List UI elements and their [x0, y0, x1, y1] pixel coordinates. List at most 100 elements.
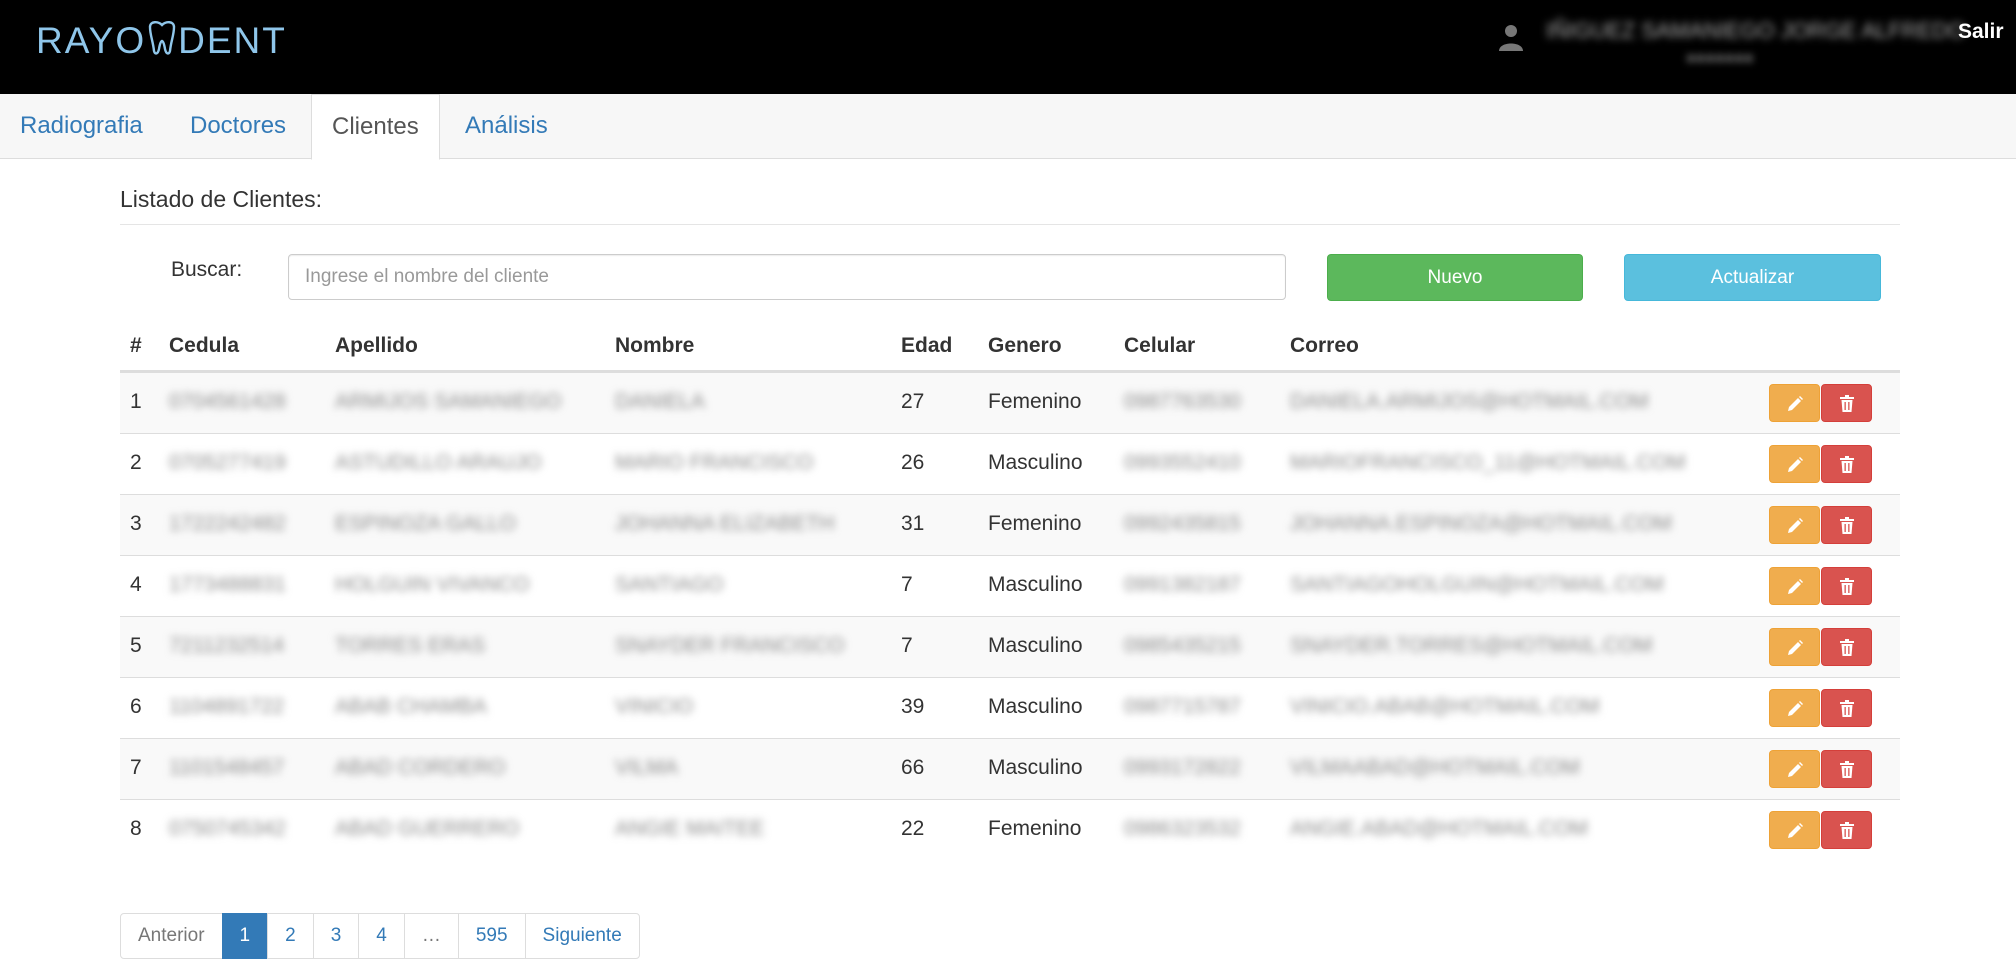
main-tabs: Radiografia Doctores Clientes Análisis	[0, 94, 2016, 160]
pagination: Anterior 1 2 3 4 … 595 Siguiente	[120, 913, 640, 959]
title-divider	[120, 224, 1900, 225]
edad-cell: 66	[901, 756, 925, 779]
genero-cell: Masculino	[988, 451, 1083, 474]
genero-cell: Femenino	[988, 512, 1082, 535]
tab-analisis[interactable]: Análisis	[445, 94, 568, 159]
row-number: 2	[130, 451, 142, 474]
celular-cell: 0992435815	[1124, 512, 1241, 535]
tab-radiografia[interactable]: Radiografia	[0, 94, 163, 159]
genero-cell: Masculino	[988, 634, 1083, 657]
row-number: 6	[130, 695, 142, 718]
col-cedula: Cedula	[169, 334, 240, 357]
cedula-cell: 1101548457	[169, 756, 285, 779]
col-apellido: Apellido	[335, 334, 418, 357]
row-number: 8	[130, 817, 142, 840]
genero-cell: Femenino	[988, 390, 1082, 413]
celular-cell: 0987715787	[1124, 695, 1241, 718]
table-row: 4 1773488831 HOLGUIN VIVANCO SANTIAGO 7 Mascu…	[120, 555, 1900, 616]
pagination-prev[interactable]: Anterior	[120, 913, 223, 959]
cedula-cell: 1104891722	[169, 695, 285, 718]
nombre-cell: VINICIO	[615, 695, 694, 718]
row-number: 5	[130, 634, 142, 657]
brand-logo[interactable]: RAYO DENT	[36, 20, 287, 64]
pagination-page-1[interactable]: 1	[221, 913, 269, 959]
edit-button[interactable]	[1769, 506, 1820, 544]
user-icon	[1499, 25, 1523, 51]
brand-prefix: RAYO	[36, 20, 147, 61]
celular-cell: 0985435215	[1124, 634, 1241, 657]
apellido-cell: HOLGUIN VIVANCO	[335, 573, 530, 596]
edit-button[interactable]	[1769, 567, 1820, 605]
pagination-page-595[interactable]: 595	[457, 913, 526, 959]
delete-button[interactable]	[1821, 567, 1872, 605]
logout-link[interactable]: Salir	[1958, 20, 2004, 44]
apellido-cell: TORRES ERAS	[335, 634, 486, 657]
tab-clientes[interactable]: Clientes	[311, 94, 440, 160]
edit-button[interactable]	[1769, 750, 1820, 788]
user-name: IÑIGUEZ SAMANIEGO JORGE ALFREDO	[1546, 18, 1966, 43]
clients-table: # Cedula Apellido Nombre Edad Genero Cel…	[120, 320, 1900, 860]
top-navbar: RAYO DENT IÑIGUEZ SAMANIEGO JORGE ALFREDO…	[0, 0, 2016, 94]
edad-cell: 26	[901, 451, 925, 474]
pagination-next[interactable]: Siguiente	[524, 913, 640, 959]
delete-button[interactable]	[1821, 750, 1872, 788]
user-info: IÑIGUEZ SAMANIEGO JORGE ALFREDO ●●●●●●●	[1496, 18, 1965, 68]
table-row: 3 1722242482 ESPINOZA GALLO JOHANNA ELIZABE…	[120, 494, 1900, 555]
edit-button[interactable]	[1769, 811, 1820, 849]
table-row: 1 0704561428 ARMIJOS SAMANIEGO DANIELA 27 Fem…	[120, 372, 1900, 433]
apellido-cell: ESPINOZA GALLO	[335, 512, 516, 535]
pagination-page-3[interactable]: 3	[312, 913, 360, 959]
brand-suffix: DENT	[178, 20, 287, 61]
genero-cell: Masculino	[988, 695, 1083, 718]
correo-cell: VINICIO.ABAB@HOTMAIL.COM	[1290, 695, 1600, 718]
delete-button[interactable]	[1821, 506, 1872, 544]
table-body: 1 0704561428 ARMIJOS SAMANIEGO DANIELA 27 Fem…	[120, 372, 1900, 860]
tab-doctores[interactable]: Doctores	[170, 94, 306, 159]
col-correo: Correo	[1290, 334, 1359, 357]
tooth-icon	[146, 21, 178, 64]
celular-cell: 0993172822	[1124, 756, 1241, 779]
table-row: 7 1101548457 ABAD CORDERO VILMA 66 Masculino 0…	[120, 738, 1900, 799]
delete-button[interactable]	[1821, 445, 1872, 483]
edit-button[interactable]	[1769, 445, 1820, 483]
celular-cell: 0987763530	[1124, 390, 1241, 413]
cedula-cell: 1722242482	[169, 512, 286, 535]
col-number: #	[130, 334, 142, 357]
cedula-cell: 1773488831	[169, 573, 286, 596]
new-client-button[interactable]: Nuevo	[1327, 254, 1583, 301]
celular-cell: 0991382187	[1124, 573, 1241, 596]
correo-cell: VILMAABAD@HOTMAIL.COM	[1290, 756, 1580, 779]
row-number: 1	[130, 390, 142, 413]
user-role: ●●●●●●●	[1686, 50, 1754, 67]
delete-button[interactable]	[1821, 689, 1872, 727]
delete-button[interactable]	[1821, 811, 1872, 849]
col-nombre: Nombre	[615, 334, 695, 357]
pagination-page-2[interactable]: 2	[267, 913, 314, 959]
search-input[interactable]	[288, 254, 1286, 300]
cedula-cell: 7211232514	[169, 634, 285, 657]
row-number: 4	[130, 573, 142, 596]
edad-cell: 7	[901, 634, 913, 657]
edad-cell: 22	[901, 817, 925, 840]
correo-cell: DANIELA.ARMIJOS@HOTMAIL.COM	[1290, 390, 1649, 413]
apellido-cell: ABAD GUERRERO	[335, 817, 520, 840]
delete-button[interactable]	[1821, 384, 1872, 422]
edit-button[interactable]	[1769, 689, 1820, 727]
nombre-cell: SNAYDER FRANCISCO	[615, 634, 845, 657]
apellido-cell: ABAD CORDERO	[335, 756, 506, 779]
delete-button[interactable]	[1821, 628, 1872, 666]
edad-cell: 39	[901, 695, 925, 718]
genero-cell: Masculino	[988, 756, 1083, 779]
pagination-page-4[interactable]: 4	[358, 913, 405, 959]
edit-button[interactable]	[1769, 384, 1820, 422]
genero-cell: Femenino	[988, 817, 1082, 840]
row-number: 3	[130, 512, 142, 535]
cedula-cell: 0704561428	[169, 390, 286, 413]
refresh-button[interactable]: Actualizar	[1624, 254, 1881, 301]
apellido-cell: ARMIJOS SAMANIEGO	[335, 390, 562, 413]
pagination-ellipsis: …	[403, 913, 459, 959]
nombre-cell: JOHANNA ELIZABETH	[615, 512, 835, 535]
edit-button[interactable]	[1769, 628, 1820, 666]
row-number: 7	[130, 756, 142, 779]
nombre-cell: ANGIE MAITEE	[615, 817, 765, 840]
